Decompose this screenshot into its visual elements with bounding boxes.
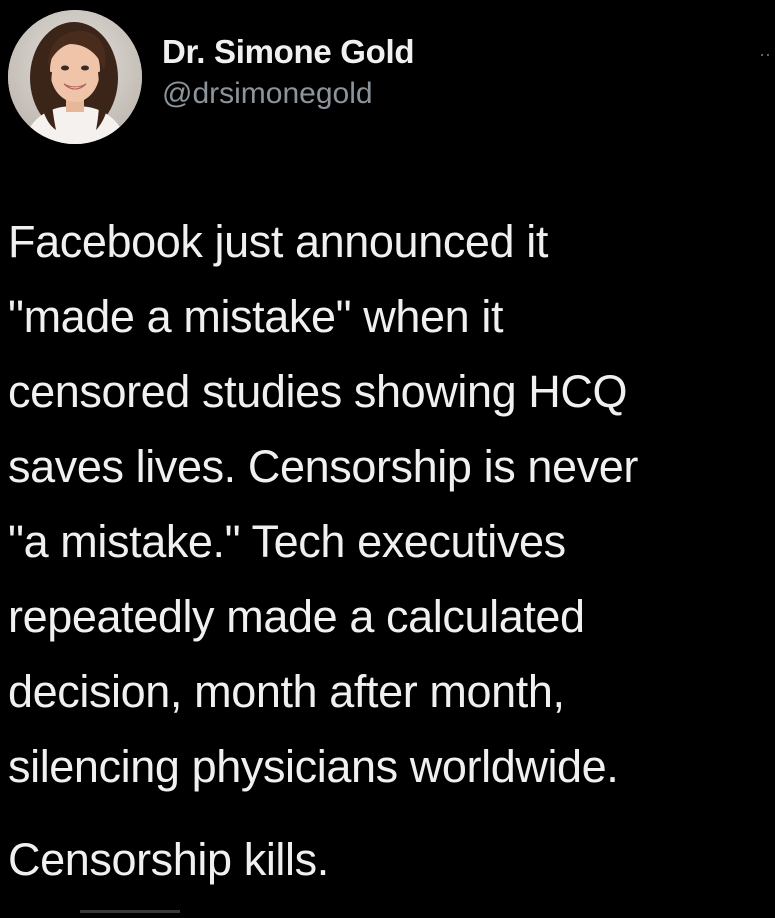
tweet-text-line: "made a mistake" when it [8,291,504,342]
tweet-text-line: Facebook just announced it [8,216,548,267]
tweet-text-line: "a mistake." Tech executives [8,516,566,567]
tweet-card: Dr. Simone Gold @drsimonegold ·· Faceboo… [0,0,775,918]
divider [80,910,180,913]
author-block[interactable]: Dr. Simone Gold @drsimonegold [162,32,415,114]
profile-photo-icon [8,10,142,144]
author-display-name[interactable]: Dr. Simone Gold [162,32,415,72]
tweet-closing-line: Censorship kills. [8,834,329,885]
author-handle[interactable]: @drsimonegold [162,74,414,114]
avatar[interactable] [8,10,142,144]
tweet-text-line: decision, month after month, [8,666,565,717]
tweet-text-line: censored studies showing HCQ [8,366,628,417]
tweet-text-line: silencing physicians worldwide. [8,741,619,792]
ellipsis-icon[interactable]: ·· [757,44,771,64]
tweet-text-line: saves lives. Censorship is never [8,441,638,492]
tweet-text: Facebook just announced it "made a mista… [8,204,770,804]
tweet-text-line: repeatedly made a calculated [8,591,585,642]
